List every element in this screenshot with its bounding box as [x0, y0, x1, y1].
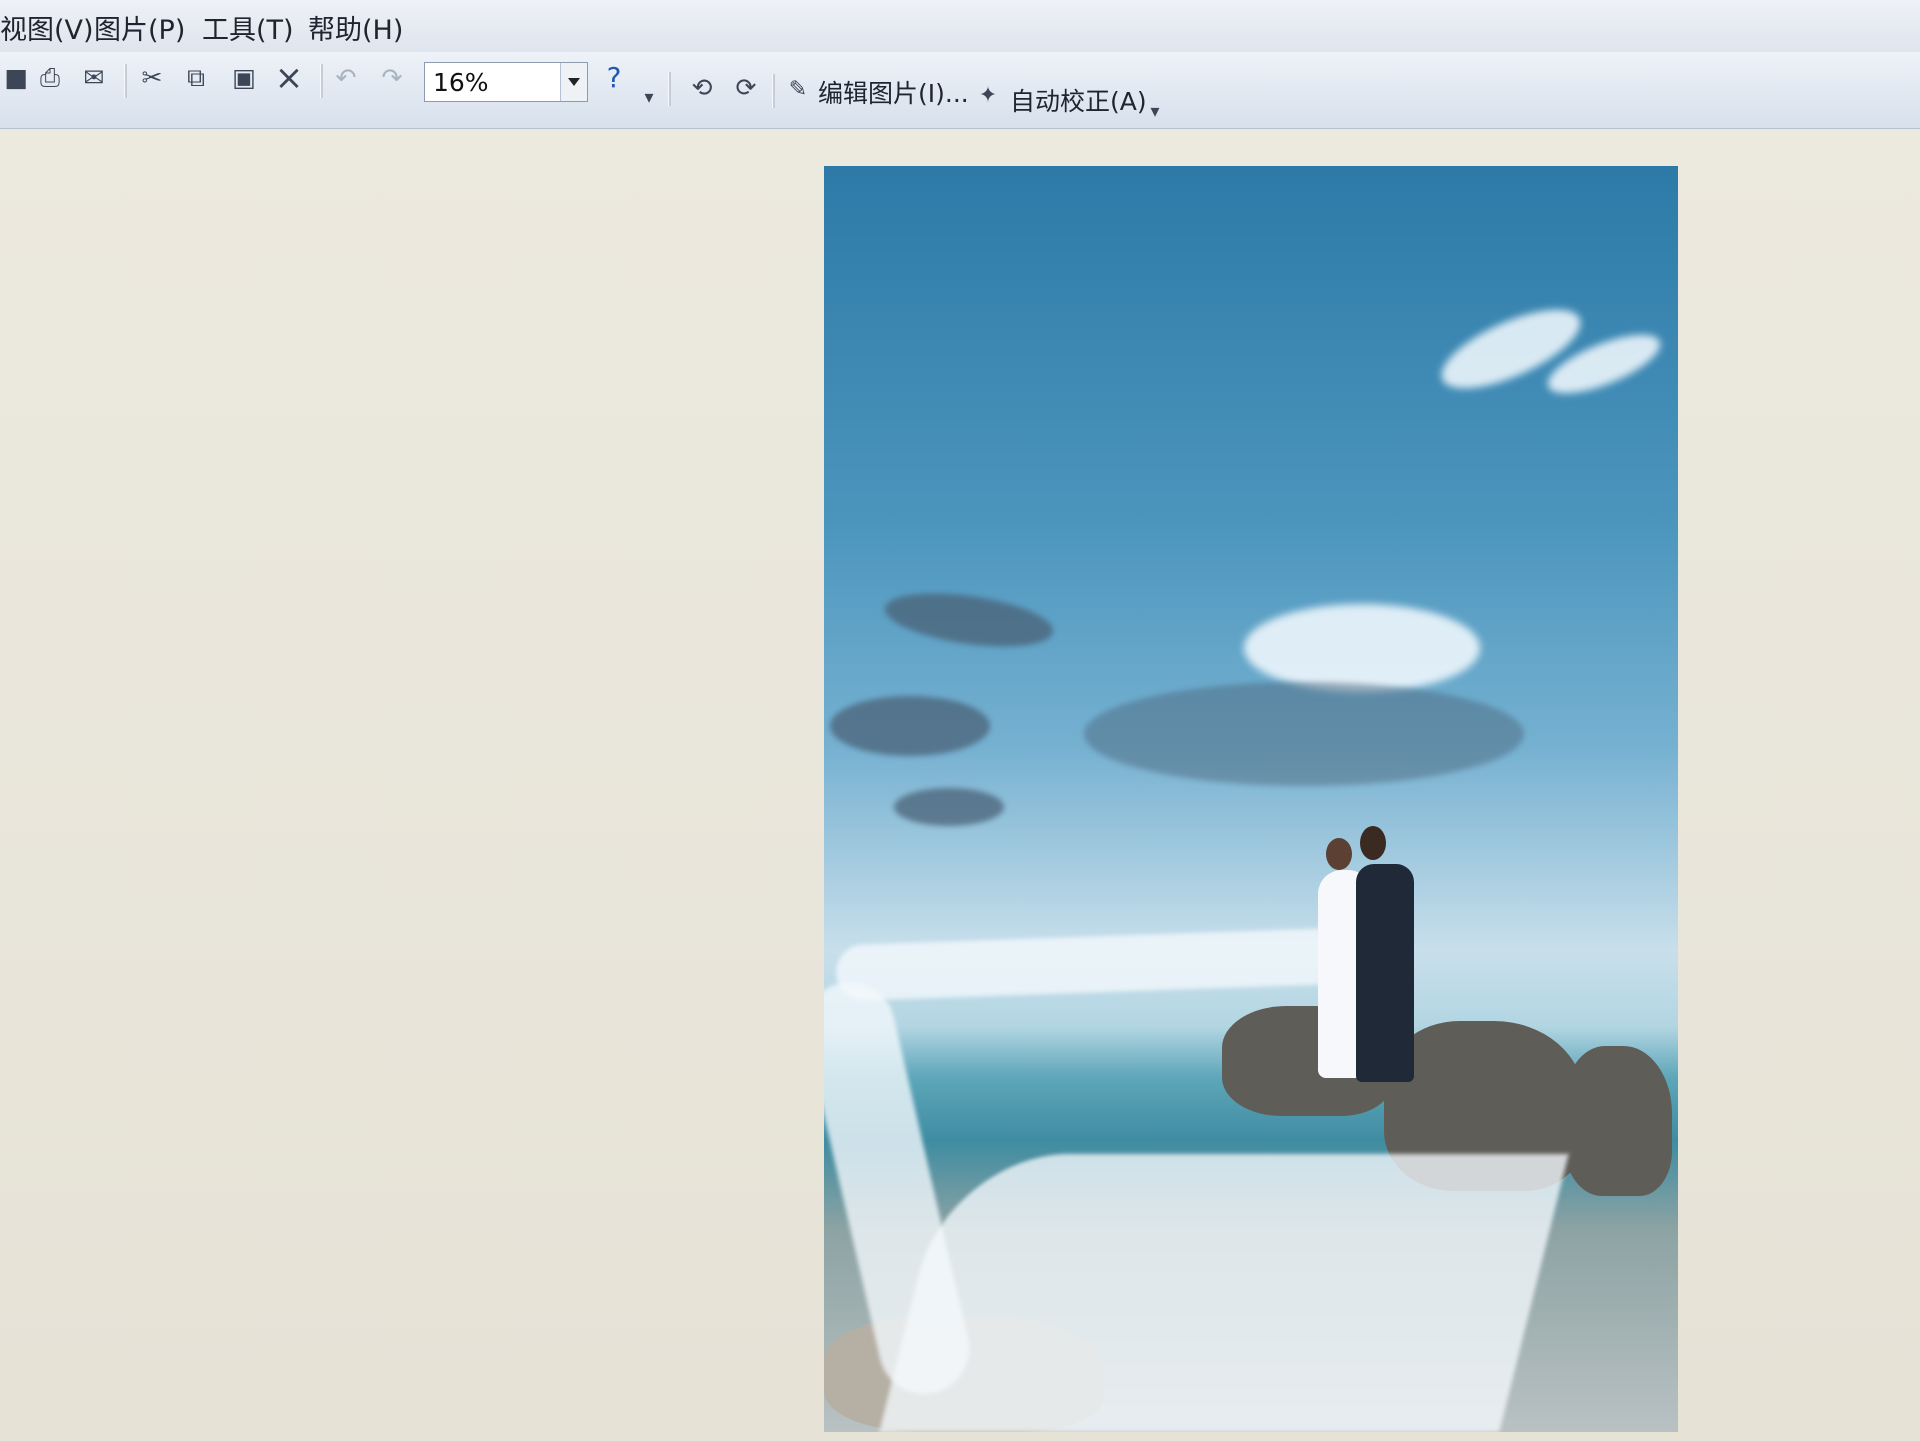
groom	[1356, 864, 1414, 1082]
menu-tools[interactable]: 工具(T)	[202, 8, 294, 47]
groom-head	[1360, 826, 1386, 860]
undo-icon[interactable]: ↶	[330, 62, 362, 94]
email-icon[interactable]: ✉	[78, 62, 110, 94]
rotate-left-icon[interactable]: ⟲	[686, 72, 718, 104]
rotate-right-icon[interactable]: ⟳	[730, 72, 762, 104]
save-icon[interactable]: ■	[0, 62, 32, 94]
toolbar-separator	[772, 74, 775, 108]
help-icon[interactable]: ?	[598, 62, 630, 94]
cloud	[894, 788, 1004, 826]
toolbar-separator	[124, 64, 127, 98]
menu-bar: 视图(V) 图片(P) 工具(T) 帮助(H)	[0, 0, 1920, 53]
zoom-select[interactable]: 16%	[424, 62, 588, 102]
chevron-down-icon[interactable]: ▾	[640, 82, 658, 114]
toolbar-separator	[668, 72, 671, 106]
redo-icon[interactable]: ↷	[376, 62, 408, 94]
menu-view[interactable]: 视图(V)	[0, 8, 94, 47]
menu-picture[interactable]: 图片(P)	[94, 8, 185, 47]
print-icon[interactable]: ⎙	[34, 62, 66, 94]
zoom-value: 16%	[433, 68, 489, 97]
rock	[1564, 1046, 1672, 1196]
edit-picture-button[interactable]: 编辑图片(I)...	[818, 74, 969, 110]
cloud	[1084, 682, 1524, 786]
cloud	[830, 696, 990, 756]
cut-icon[interactable]: ✂	[136, 62, 168, 94]
veil	[879, 1154, 1569, 1432]
auto-correct-button[interactable]: 自动校正(A)	[1010, 82, 1147, 118]
cloud	[1244, 604, 1480, 692]
wedding-photo	[824, 166, 1678, 1432]
paste-icon[interactable]: ▣	[228, 62, 260, 94]
chevron-down-icon[interactable]	[560, 63, 587, 101]
veil	[835, 926, 1377, 1002]
auto-correct-icon[interactable]: ✦	[972, 80, 1004, 112]
edit-picture-icon[interactable]: ✎	[782, 74, 814, 106]
bride-head	[1326, 838, 1352, 870]
copy-icon[interactable]: ⧉	[180, 62, 212, 94]
chevron-down-icon[interactable]: ▾	[1146, 96, 1164, 128]
toolbar-separator	[320, 64, 323, 98]
delete-icon[interactable]: ×	[273, 61, 305, 95]
cloud	[881, 584, 1057, 656]
menu-help[interactable]: 帮助(H)	[308, 8, 403, 47]
